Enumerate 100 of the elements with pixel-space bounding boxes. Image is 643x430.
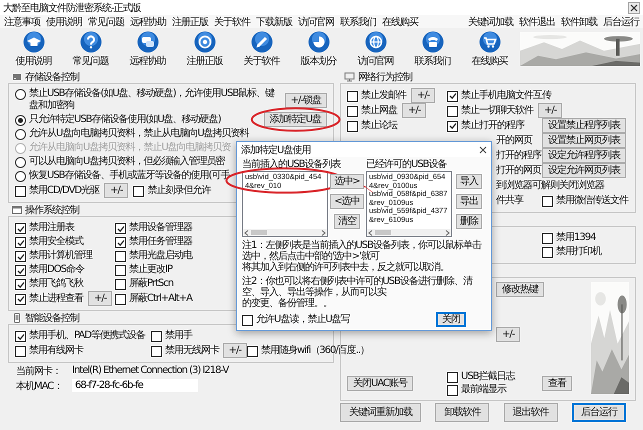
checkbox-label: USB拦截日志 [461, 371, 515, 383]
action-button[interactable]: 后台运行 [572, 403, 626, 422]
action-button[interactable]: <选中 [330, 194, 364, 209]
action-button[interactable]: 关闭UAC账号 [347, 376, 413, 391]
checkbox[interactable] [115, 251, 126, 262]
action-button[interactable]: 设定允许程序列表 [542, 148, 626, 163]
badge-icon [194, 30, 216, 52]
toolbar-button[interactable]: 访问官网 [347, 30, 404, 68]
checkbox-label: 禁用注册表 [29, 222, 74, 234]
action-button[interactable]: +/- [538, 103, 562, 118]
checkbox[interactable] [242, 314, 253, 326]
checkbox[interactable] [542, 233, 553, 244]
checkbox[interactable] [15, 237, 26, 248]
checkbox[interactable] [447, 90, 458, 102]
toolbar-button[interactable]: 注册正版 [176, 30, 233, 68]
menu-item[interactable]: 访问官网 [298, 14, 334, 28]
action-button[interactable]: 删除 [456, 214, 482, 229]
radio-button[interactable] [15, 114, 26, 126]
toolbar-button[interactable]: 远程协助 [119, 30, 176, 68]
note-text: 注2：你也可以将右侧列表中许可的USB设备进行删除、清空、导入、导出等操作，从而可以实 的变更、备份管理。。 [242, 276, 474, 309]
action-button[interactable]: +/- [222, 343, 247, 358]
action-button[interactable]: 添加特定U盘 [264, 112, 327, 127]
checkbox[interactable] [447, 372, 458, 383]
phone-icon [12, 312, 22, 322]
checkbox[interactable] [15, 223, 26, 234]
close-button[interactable] [479, 146, 487, 154]
scrollbar[interactable] [243, 229, 327, 236]
checkbox[interactable] [115, 237, 126, 248]
menu-item[interactable]: 软件卸载 [561, 14, 597, 28]
checkbox[interactable] [347, 106, 358, 116]
radio-button[interactable] [15, 129, 26, 140]
action-button[interactable]: +/-锁盘 [284, 92, 327, 108]
checkbox[interactable] [15, 346, 26, 356]
mac-field[interactable]: 68-f7-28-fc-6b-fe [72, 379, 198, 392]
action-button[interactable]: 关键词重新加载 [340, 403, 421, 422]
radio-button[interactable] [15, 89, 26, 100]
checkbox[interactable] [133, 186, 144, 196]
action-button[interactable]: +/- [88, 291, 112, 306]
menu-item[interactable]: 常见问题 [88, 14, 124, 28]
action-button[interactable]: 导入 [456, 174, 482, 189]
checkbox[interactable] [542, 196, 553, 206]
action-button[interactable]: +/- [104, 183, 128, 198]
action-button[interactable]: 设置禁止网页列表 [542, 133, 626, 148]
checkbox[interactable] [15, 294, 26, 304]
checkbox[interactable] [115, 279, 126, 290]
action-button[interactable]: +/- [402, 103, 426, 118]
radio-button[interactable] [15, 157, 26, 168]
action-button[interactable]: 查看 [542, 376, 572, 391]
action-button[interactable]: 选中> [330, 174, 364, 189]
checkbox[interactable] [542, 247, 553, 258]
checkbox-label: 禁用打印机 [556, 246, 601, 258]
checkbox[interactable] [115, 223, 126, 234]
action-button[interactable]: 导出 [456, 194, 482, 209]
checkbox[interactable] [247, 346, 258, 356]
checkbox[interactable] [15, 265, 26, 276]
action-button[interactable]: +/- [496, 326, 520, 342]
menu-item[interactable]: 使用说明 [46, 14, 82, 28]
checkbox[interactable] [447, 106, 458, 116]
menu-item[interactable]: 联系我们 [340, 14, 376, 28]
action-button[interactable]: +/- [411, 88, 436, 103]
menu-item[interactable]: 关键词加载 [468, 14, 513, 28]
checkbox[interactable] [115, 294, 126, 304]
checkbox[interactable] [347, 90, 358, 102]
radio-button[interactable] [15, 171, 26, 182]
checkbox[interactable] [447, 120, 458, 132]
checkbox[interactable] [15, 186, 26, 196]
checkbox[interactable] [15, 251, 26, 262]
scroll-thumb[interactable] [375, 230, 391, 235]
toolbar-button[interactable]: 关于软件 [233, 30, 290, 68]
toolbar-button[interactable]: 使用说明 [5, 30, 62, 68]
menu-item[interactable]: 关于软件 [214, 14, 250, 28]
action-button[interactable]: 卸载软件 [435, 403, 490, 422]
action-button[interactable]: 退出软件 [504, 403, 558, 422]
close-button[interactable] [628, 2, 640, 14]
menu-item[interactable]: 软件退出 [519, 14, 555, 28]
menu-item[interactable]: 下载新版 [256, 14, 292, 28]
menu-item[interactable]: 远程协助 [130, 14, 166, 28]
action-button[interactable]: 清空 [334, 214, 360, 229]
checkbox[interactable] [151, 346, 162, 356]
close-button[interactable]: 关闭 [436, 312, 466, 327]
toolbar-button[interactable]: 常见问题 [62, 30, 119, 68]
action-button[interactable]: 设置禁止程序列表 [542, 118, 626, 133]
toolbar-button[interactable]: 联系我们 [404, 30, 461, 68]
menu-item[interactable]: 注册正版 [172, 14, 208, 28]
menu-item[interactable]: 后台运行 [603, 14, 639, 28]
checkbox[interactable] [151, 331, 162, 342]
scroll-thumb[interactable] [251, 230, 267, 235]
toolbar-button[interactable]: 版本划分 [290, 30, 347, 68]
toolbar-button[interactable]: 在线购买 [461, 30, 518, 68]
radio-label: 允许从电脑向U盘拷贝资料，禁止U盘向电脑拷贝资 [29, 142, 231, 154]
scrollbar[interactable] [367, 229, 451, 236]
menu-item[interactable]: 在线购买 [382, 14, 418, 28]
checkbox[interactable] [115, 265, 126, 276]
checkbox[interactable] [447, 385, 458, 396]
action-button[interactable]: 设定允许网页列表 [542, 163, 626, 178]
action-button[interactable]: 修改热键 [496, 282, 544, 297]
menu-item[interactable]: 注意事项 [4, 14, 40, 28]
checkbox[interactable] [15, 331, 26, 342]
checkbox[interactable] [347, 120, 358, 132]
checkbox[interactable] [15, 279, 26, 290]
